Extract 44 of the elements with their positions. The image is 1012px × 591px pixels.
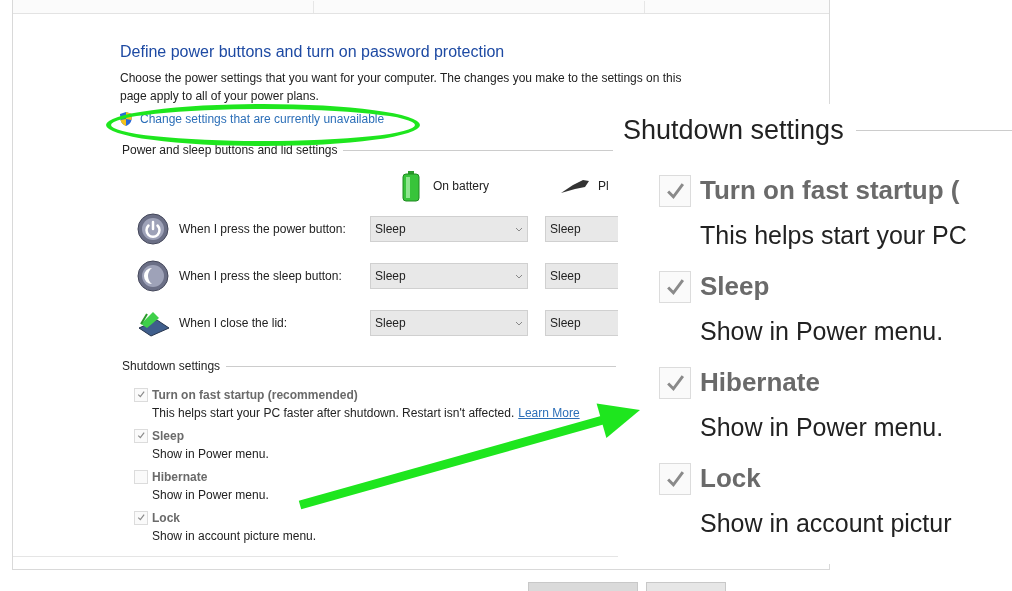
row-label: When I close the lid:	[179, 315, 289, 332]
dropdown[interactable]: Sleep	[545, 216, 621, 242]
dropdown[interactable]: Sleep	[370, 216, 528, 242]
option-label: Hibernate	[152, 468, 208, 486]
check-icon	[136, 513, 146, 522]
plug-icon	[559, 177, 592, 195]
section-title: Shutdown settings	[122, 358, 221, 375]
description-text: Choose the power settings that you want for your computer. The changes you make to the settings on this page apply to all of your power plans.	[120, 70, 683, 105]
power-icon	[137, 213, 169, 245]
check-icon	[136, 390, 146, 399]
check-icon	[136, 431, 146, 440]
option-description: This helps start your PC	[700, 219, 968, 251]
page-title: Define power buttons and turn on password protection	[120, 42, 506, 62]
dropdown[interactable]: Sleep	[370, 310, 528, 336]
option-description: Show in Power menu.	[700, 315, 945, 347]
chevron-icon	[515, 320, 523, 326]
option-label: Sleep	[700, 270, 770, 303]
option-description: Show in Power menu.	[700, 411, 945, 443]
row-label: When I press the sleep button:	[179, 268, 343, 285]
option-label: Turn on fast startup (recommended)	[152, 386, 358, 404]
dropdown[interactable]: Sleep	[545, 263, 621, 289]
option-label: Hibernate	[700, 366, 820, 399]
section-title: Shutdown settings	[623, 114, 844, 147]
dropdown[interactable]: Sleep	[545, 310, 621, 336]
section-title: Power and sleep buttons and lid settings	[122, 142, 338, 159]
moon-icon	[137, 260, 169, 292]
option-description: Show in Power menu.	[152, 445, 269, 463]
option-label: Sleep	[152, 427, 184, 445]
option-label: Lock	[152, 509, 180, 527]
option-label: Lock	[700, 462, 761, 495]
dropdown[interactable]: Sleep	[370, 263, 528, 289]
shield-icon	[118, 111, 134, 127]
option-description: Show in Power menu.	[152, 486, 269, 504]
option-label: Turn on fast startup (	[700, 174, 960, 207]
row-label: When I press the power button:	[179, 221, 347, 238]
column-header: On battery	[433, 178, 490, 195]
column-header: Pl	[598, 178, 609, 195]
chevron-icon	[515, 273, 523, 279]
chevron-icon	[515, 226, 523, 232]
battery-icon	[401, 170, 421, 202]
option-description: Show in account pictur	[700, 507, 953, 539]
option-description: Show in account picture menu.	[152, 527, 317, 545]
option-description: This helps start your PC faster after shutdown. Restart isn't affected.	[152, 404, 515, 422]
admin-link[interactable]: Change settings that are currently unavailable	[140, 110, 385, 128]
